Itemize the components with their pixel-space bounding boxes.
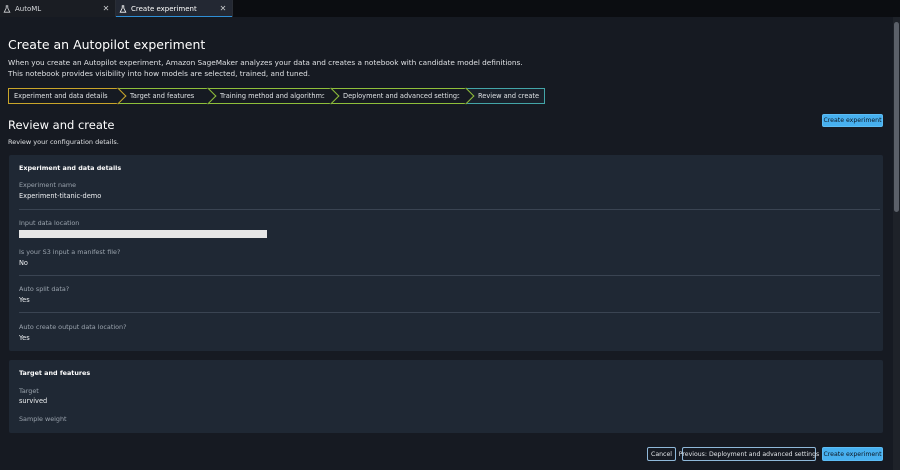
page-title: Create an Autopilot experiment <box>8 37 206 52</box>
vertical-scrollbar[interactable] <box>893 17 900 470</box>
flask-icon <box>3 4 11 13</box>
step-review-and-create[interactable]: Review and create <box>466 88 545 104</box>
input-data-location-label: Input data location <box>19 219 80 227</box>
step-label: Target and features <box>130 92 195 100</box>
target-features-card: Target and features Target survived Samp… <box>9 360 883 433</box>
target-value: survived <box>19 397 48 405</box>
divider <box>19 312 880 313</box>
flask-icon <box>119 4 127 13</box>
auto-output-location-label: Auto create output data location? <box>19 323 127 331</box>
tab-automl[interactable]: AutoML ✕ <box>0 0 116 17</box>
tab-create-experiment-label: Create experiment <box>131 4 197 13</box>
card-title: Experiment and data details <box>19 164 122 172</box>
divider <box>19 209 880 210</box>
section-title: Review and create <box>8 118 115 132</box>
tab-bar: AutoML ✕ Create experiment ✕ <box>0 0 900 17</box>
auto-output-location-value: Yes <box>19 334 30 342</box>
input-data-location-redacted <box>19 230 267 238</box>
wizard-stepper: Experiment and data details Target and f… <box>8 87 545 105</box>
manifest-file-label: Is your S3 input a manifest file? <box>19 248 121 256</box>
close-icon[interactable]: ✕ <box>218 4 228 13</box>
auto-split-value: Yes <box>19 296 30 304</box>
previous-button[interactable]: Previous: Deployment and advanced settin… <box>679 447 819 461</box>
manifest-file-value: No <box>19 259 28 267</box>
step-label: Training method and algorithms <box>220 92 326 100</box>
section-description: Review your configuration details. <box>8 138 119 146</box>
target-label: Target <box>19 387 39 395</box>
page-description: When you create an Autopilot experiment,… <box>8 57 568 79</box>
step-label: Review and create <box>478 92 540 100</box>
step-label: Deployment and advanced settings <box>343 92 461 100</box>
divider <box>19 275 880 276</box>
page-description-line-1: When you create an Autopilot experiment,… <box>8 58 523 67</box>
tab-create-experiment[interactable]: Create experiment ✕ <box>116 0 233 17</box>
create-experiment-button[interactable]: Create experiment <box>822 447 883 461</box>
cancel-button[interactable]: Cancel <box>647 447 676 461</box>
card-title: Target and features <box>19 369 91 377</box>
page-description-line-2: This notebook provides visibility into h… <box>8 69 311 78</box>
step-experiment-and-data-details[interactable]: Experiment and data details <box>8 87 127 105</box>
step-deployment-settings[interactable]: Deployment and advanced settings <box>331 87 475 105</box>
close-icon[interactable]: ✕ <box>101 4 111 13</box>
sample-weight-label: Sample weight <box>19 415 67 423</box>
step-label: Experiment and data details <box>14 92 108 100</box>
experiment-details-card: Experiment and data details Experiment n… <box>9 155 883 351</box>
step-target-and-features[interactable]: Target and features <box>118 87 217 105</box>
auto-split-label: Auto split data? <box>19 285 70 293</box>
scrollbar-thumb[interactable] <box>894 22 899 212</box>
create-experiment-button-top[interactable]: Create experiment <box>822 114 883 127</box>
step-training-method[interactable]: Training method and algorithms <box>208 87 340 105</box>
experiment-name-label: Experiment name <box>19 181 77 189</box>
tab-automl-label: AutoML <box>15 4 42 13</box>
experiment-name-value: Experiment-titanic-demo <box>19 192 102 200</box>
